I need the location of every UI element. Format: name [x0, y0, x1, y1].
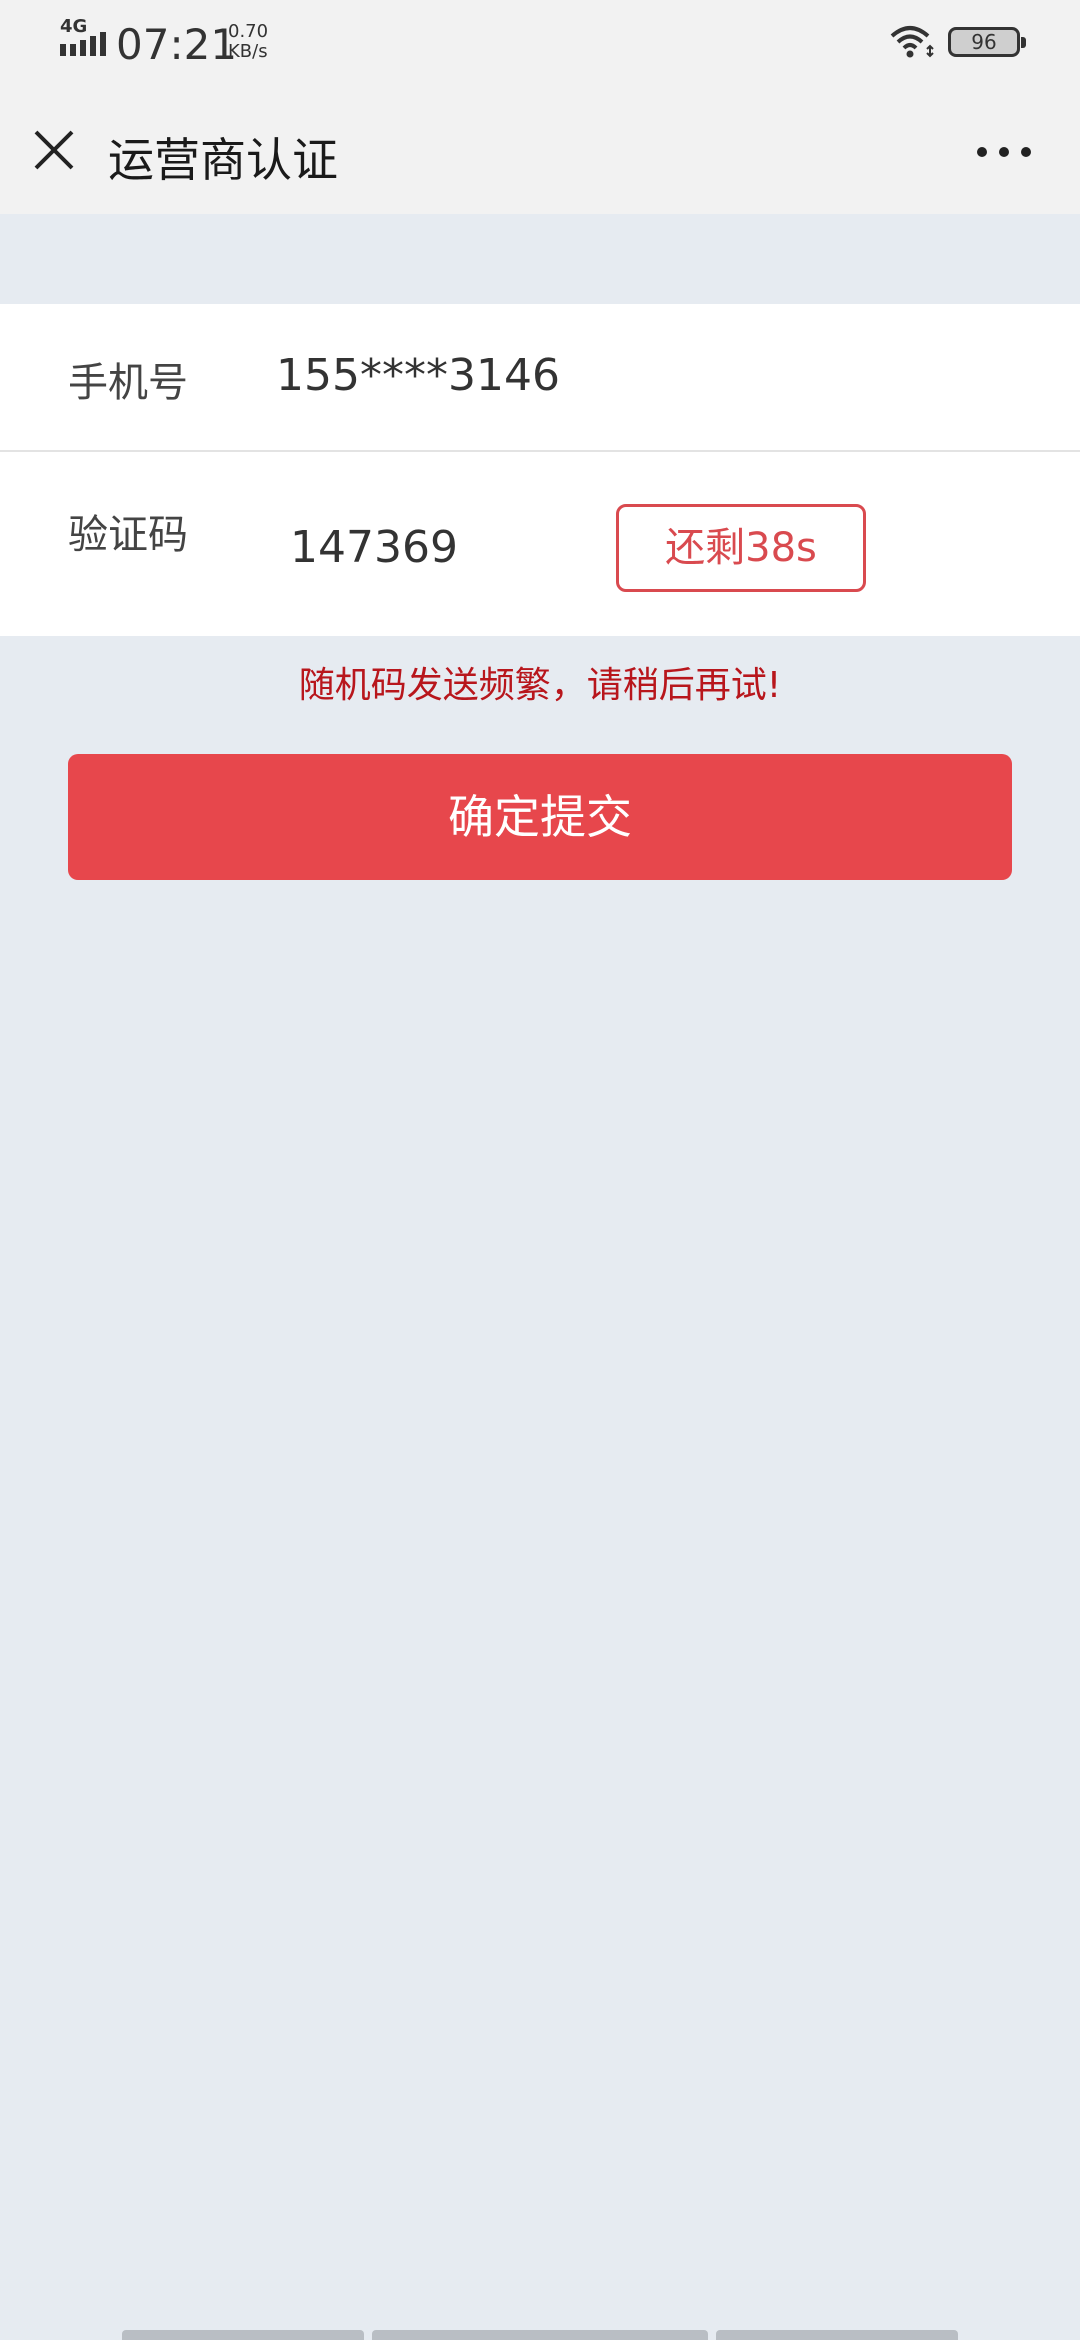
speed-unit: KB/s: [228, 41, 268, 62]
speed-value: 0.70: [228, 21, 269, 42]
title-bar: 运营商认证: [0, 90, 1080, 214]
battery-indicator: 96: [948, 27, 1026, 57]
page-title: 运营商认证: [108, 133, 338, 187]
wifi-icon: [890, 26, 934, 58]
resend-countdown-button[interactable]: 还剩38s: [616, 504, 866, 592]
submit-button[interactable]: 确定提交: [68, 754, 1012, 880]
clock: 07:21: [116, 20, 238, 69]
status-bar: 4G 07:21 0.70 KB/s 96: [0, 0, 1080, 90]
verification-code-input[interactable]: [290, 512, 560, 582]
more-icon[interactable]: [972, 130, 1036, 174]
phone-number: 155****3146: [276, 350, 560, 401]
signal-icon: [60, 32, 106, 56]
gesture-bar-right: [716, 2330, 958, 2340]
close-icon[interactable]: [26, 122, 82, 178]
code-label: 验证码: [68, 512, 188, 558]
code-row: 验证码 还剩38s: [0, 454, 1080, 636]
network-speed: 0.70 KB/s: [228, 22, 268, 62]
error-message: 随机码发送频繁，请稍后再试!: [298, 665, 782, 706]
phone-label: 手机号: [68, 360, 188, 406]
gesture-bar-left: [122, 2330, 364, 2340]
phone-row: 手机号 155****3146: [0, 304, 1080, 452]
gesture-bar-center[interactable]: [372, 2330, 708, 2340]
auth-form: 手机号 155****3146 验证码 还剩38s: [0, 304, 1080, 636]
